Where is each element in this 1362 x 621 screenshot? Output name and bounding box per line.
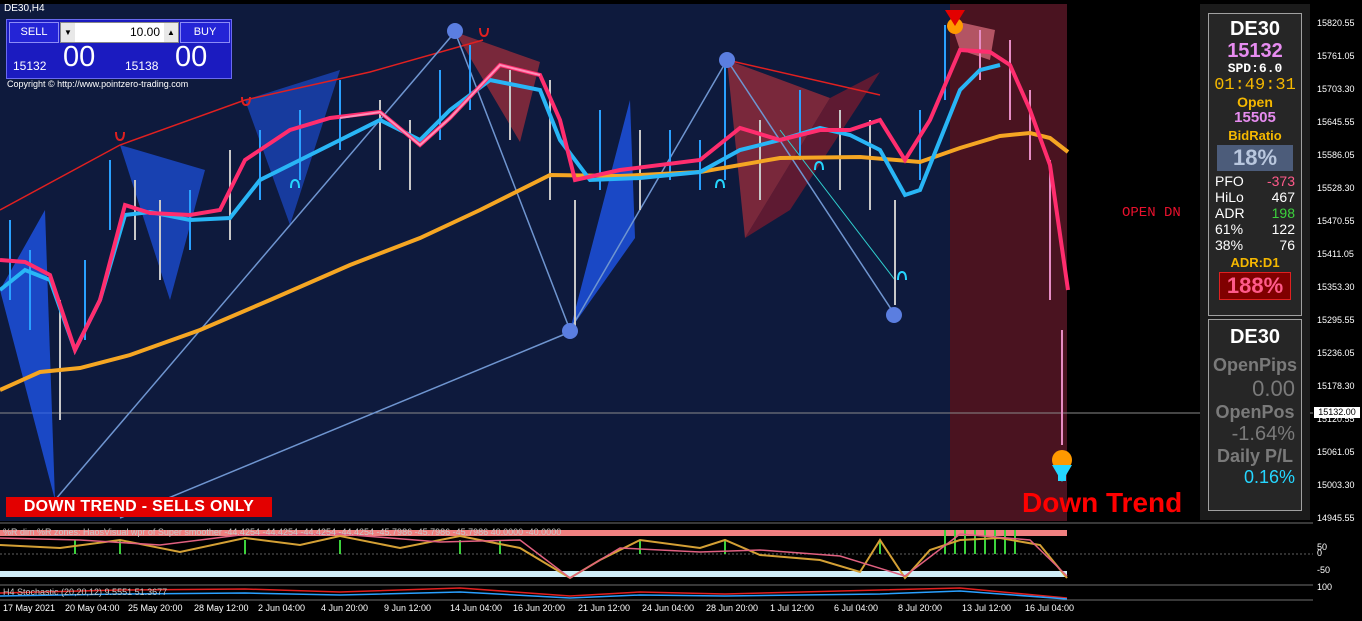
- panel-stat-label: HiLo: [1215, 189, 1244, 205]
- panel-stat-row: 38% 76: [1209, 237, 1301, 253]
- bid-price-button[interactable]: 15132 00: [9, 41, 117, 76]
- ask-price-big: 00: [175, 41, 208, 73]
- time-tick: 25 May 20:00: [128, 603, 183, 613]
- time-tick: 21 Jun 12:00: [578, 603, 631, 613]
- price-tick: 15061.05: [1317, 447, 1355, 457]
- price-tick: 15295.55: [1317, 315, 1355, 325]
- info-panel: DE30 15132 SPD:6.0 01:49:31 Open 15505 B…: [1200, 4, 1310, 520]
- one-click-trading-panel: SELL ▼ 10.00 ▲ BUY 15132 00 15138 00: [6, 19, 232, 79]
- panel-stat-label: PFO: [1215, 173, 1244, 189]
- time-tick: 16 Jun 20:00: [513, 603, 566, 613]
- time-tick: 28 Jun 20:00: [706, 603, 759, 613]
- buy-button[interactable]: BUY: [180, 22, 230, 43]
- panel-open-label: Open: [1237, 94, 1273, 110]
- panel-stat-label: 38%: [1215, 237, 1244, 253]
- future-area: [1067, 4, 1198, 521]
- panel-bidratio-value: 18%: [1217, 145, 1293, 171]
- time-tick: 4 Jun 20:00: [321, 603, 369, 613]
- time-axis[interactable]: 17 May 2021 20 May 04:00 25 May 20:00 28 Ma…: [0, 600, 1313, 621]
- panel-stat-row: PFO -373: [1209, 173, 1301, 189]
- sell-button[interactable]: SELL: [9, 22, 59, 43]
- stochastic-indicator-label: H4 Stochastic (20,20,12) 9.5551 51.3677: [3, 587, 168, 597]
- lot-size-value[interactable]: 10.00: [130, 23, 160, 42]
- price-tick: 14945.55: [1317, 513, 1355, 523]
- time-tick: 1 Jul 12:00: [770, 603, 815, 613]
- time-tick: 17 May 2021: [3, 603, 56, 613]
- price-tick: 15236.05: [1317, 348, 1355, 358]
- daily-pl-value: 0.16%: [1243, 467, 1295, 487]
- panel-symbol: DE30: [1229, 18, 1281, 40]
- lot-size-field[interactable]: ▼ 10.00 ▲: [60, 22, 179, 43]
- daily-pl-label: Daily P/L: [1216, 446, 1294, 466]
- panel-stat-row: 61% 122: [1209, 221, 1301, 237]
- panel-stats: PFO -373 HiLo 467 ADR 198 61% 122 38% 76: [1209, 173, 1301, 253]
- time-tick: 28 May 12:00: [194, 603, 249, 613]
- copyright-text: Copyright © http://www.pointzero-trading…: [7, 79, 189, 89]
- price-tick: 15703.30: [1317, 84, 1355, 94]
- position-info-box: DE30 OpenPips 0.00 OpenPos -1.64% Daily …: [1208, 319, 1302, 511]
- time-tick: 16 Jul 04:00: [1025, 603, 1075, 613]
- price-tick: 15411.05: [1317, 249, 1354, 259]
- time-tick: 20 May 04:00: [65, 603, 120, 613]
- trend-banner: DOWN TREND - SELLS ONLY: [6, 497, 272, 517]
- price-tick: 15470.55: [1317, 216, 1355, 226]
- trend-label: Down Trend: [1022, 487, 1183, 518]
- ask-price-button[interactable]: 15138 00: [121, 41, 229, 76]
- price-tick: 15586.05: [1317, 150, 1355, 160]
- panel-spread: SPD:6.0: [1227, 61, 1283, 76]
- panel-bidratio-label: BidRatio: [1228, 128, 1282, 143]
- bid-price-big: 00: [63, 41, 96, 73]
- panel-stat-value: 122: [1271, 221, 1295, 237]
- panel-stat-row: ADR 198: [1209, 205, 1301, 221]
- openpos-label: OpenPos: [1215, 402, 1295, 422]
- panel-countdown: 01:49:31: [1214, 76, 1296, 95]
- time-tick: 9 Jun 12:00: [384, 603, 432, 613]
- price-tick: 15353.30: [1317, 282, 1355, 292]
- time-tick: 2 Jun 04:00: [258, 603, 306, 613]
- panel-stat-label: ADR: [1215, 205, 1245, 221]
- panel-adr-pct: 188%: [1219, 272, 1291, 300]
- panel-stat-row: HiLo 467: [1209, 189, 1301, 205]
- bid-price-prefix: 15132: [13, 59, 47, 73]
- lot-increase-icon[interactable]: ▲: [164, 23, 178, 42]
- lot-decrease-icon[interactable]: ▼: [61, 23, 75, 42]
- panel-stat-value: 467: [1271, 189, 1295, 205]
- price-axis[interactable]: 15820.55 15761.05 15703.30 15645.55 15586.05…: [1313, 0, 1362, 600]
- panel-stat-label: 61%: [1215, 221, 1244, 237]
- panel-stat-value: 76: [1279, 237, 1295, 253]
- stochastic-tick: 100: [1317, 582, 1333, 592]
- time-tick: 8 Jul 20:00: [898, 603, 943, 613]
- symbol-label: DE30,H4: [4, 3, 45, 14]
- price-tick: 15528.30: [1317, 183, 1355, 193]
- price-tick: 15820.55: [1317, 18, 1355, 28]
- wpr-tick: -50: [1317, 565, 1331, 575]
- open-signal-label: OPEN DN: [1122, 205, 1181, 221]
- time-tick: 6 Jul 04:00: [834, 603, 879, 613]
- panel-open-value: 15505: [1234, 109, 1276, 126]
- price-tick: 15003.30: [1317, 480, 1355, 490]
- openpips-label: OpenPips: [1212, 355, 1297, 375]
- panel-stat-value: 198: [1271, 205, 1295, 221]
- openpos-value: -1.64%: [1231, 423, 1295, 445]
- time-tick: 14 Jun 04:00: [450, 603, 503, 613]
- ask-price-prefix: 15138: [125, 59, 159, 73]
- panel2-symbol: DE30: [1229, 326, 1281, 348]
- time-tick: 24 Jun 04:00: [642, 603, 695, 613]
- price-tick: 15761.05: [1317, 51, 1355, 61]
- panel-stat-value: -373: [1266, 173, 1295, 189]
- price-tick: 15645.55: [1317, 117, 1355, 127]
- panel-adr-label: ADR:D1: [1230, 255, 1280, 270]
- panel-price: 15132: [1227, 40, 1283, 62]
- price-chart[interactable]: DE30,H4 SELL ▼ 10.00 ▲ BUY 15132 00 1513…: [0, 0, 1313, 621]
- openpips-value: 0.00: [1252, 376, 1295, 401]
- price-tick: 15178.30: [1317, 381, 1355, 391]
- market-info-box: DE30 15132 SPD:6.0 01:49:31 Open 15505 B…: [1208, 13, 1302, 316]
- stochastic-indicator-pane: [0, 584, 1313, 600]
- time-tick: 13 Jul 12:00: [962, 603, 1012, 613]
- wpr-indicator-label: %R dim %R zones: HaosVisual wpr of Super…: [3, 527, 562, 537]
- current-price-tag: 15132.00: [1314, 407, 1360, 418]
- wpr-tick: 0: [1317, 548, 1323, 558]
